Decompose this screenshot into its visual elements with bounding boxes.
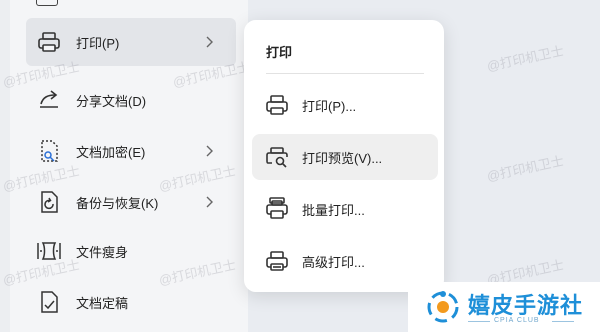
chevron-right-icon — [206, 145, 213, 157]
submenu-item-label: 打印(P)... — [302, 98, 357, 114]
menu-item-share[interactable]: 分享文档(D) — [26, 76, 236, 124]
menu-item-label: 文档定稿 — [76, 295, 129, 311]
logo-text: 嬉皮手游社 — [468, 293, 584, 318]
panel-edge — [0, 0, 10, 332]
file-menu-panel: 打印(P) 分享文档(D) 文档加密(E) 备份与恢复(K) 文件瘦身 文档定稿 — [0, 0, 248, 332]
submenu-item-print[interactable]: 打印(P)... — [252, 82, 438, 128]
encrypt-doc-icon — [41, 140, 58, 162]
chevron-right-icon — [206, 196, 213, 208]
menu-item-label: 文件瘦身 — [76, 244, 129, 260]
menu-item-label: 打印(P) — [76, 35, 120, 51]
finalize-doc-icon — [41, 291, 58, 313]
advanced-print-icon — [266, 251, 288, 271]
menu-item-print[interactable]: 打印(P) — [26, 18, 236, 66]
logo-divider — [468, 321, 490, 322]
site-logo: 嬉皮手游社 CPIA CLUB — [408, 282, 600, 332]
chevron-right-icon — [206, 36, 213, 48]
submenu-item-batch-print[interactable]: 批量打印... — [252, 186, 438, 232]
file-slim-icon — [37, 242, 61, 260]
watermark: @打印机卫士 — [485, 153, 566, 184]
submenu-title: 打印 — [266, 45, 293, 60]
menu-item-backup[interactable]: 备份与恢复(K) — [26, 178, 236, 226]
menu-item-label: 文档加密(E) — [76, 144, 146, 160]
menu-item-slim[interactable]: 文件瘦身 — [26, 227, 236, 275]
logo-divider — [552, 321, 574, 322]
submenu-item-label: 高级打印... — [302, 254, 365, 270]
menu-item-label: 备份与恢复(K) — [76, 195, 159, 211]
share-icon — [40, 90, 58, 108]
print-preview-icon — [266, 147, 288, 168]
printer-icon — [38, 32, 60, 52]
batch-print-icon — [266, 197, 288, 219]
menu-item-encrypt[interactable]: 文档加密(E) — [26, 127, 236, 175]
backup-restore-icon — [41, 191, 58, 213]
logo-mark-icon — [427, 291, 459, 323]
submenu-item-label: 打印预览(V)... — [302, 150, 383, 166]
submenu-divider — [266, 73, 424, 74]
submenu-item-print-preview[interactable]: 打印预览(V)... — [252, 134, 438, 180]
watermark: @打印机卫士 — [485, 43, 566, 74]
logo-subtext: CPIA CLUB — [494, 317, 540, 324]
submenu-item-advanced-print[interactable]: 高级打印... — [252, 238, 438, 284]
menu-item-finalize[interactable]: 文档定稿 — [26, 278, 236, 326]
menu-item-label: 分享文档(D) — [76, 93, 147, 109]
previous-item-icon — [36, 0, 58, 6]
print-submenu: 打印 打印(P)... 打印预览(V)... 批量打印... 高级打印... — [244, 20, 444, 292]
printer-icon — [266, 95, 288, 115]
submenu-item-label: 批量打印... — [302, 202, 365, 218]
